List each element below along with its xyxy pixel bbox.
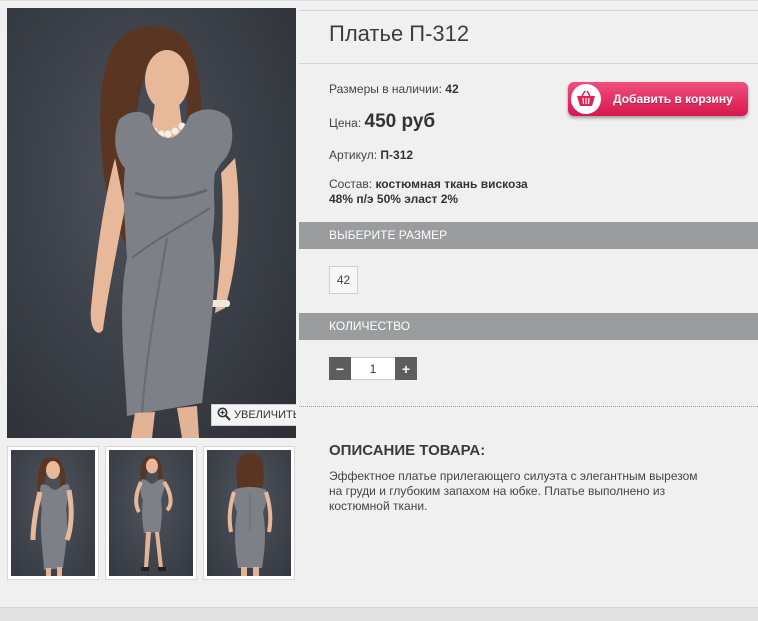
- size-option-42[interactable]: 42: [329, 266, 358, 294]
- thumbnail-2[interactable]: [105, 446, 197, 580]
- sizes-label: Размеры в наличии:: [329, 82, 442, 96]
- sku-line: Артикул: П-312: [329, 148, 413, 162]
- composition-line-2: 48% п/э 50% эласт 2%: [329, 192, 459, 206]
- dotted-divider: [299, 406, 758, 407]
- add-to-cart-button[interactable]: Добавить в корзину: [568, 82, 748, 116]
- top-border: [0, 0, 758, 1]
- size-section-header: ВЫБЕРИТЕ РАЗМЕР: [299, 222, 758, 249]
- composition: Состав: костюмная ткань вискоза 48% п/э …: [329, 177, 528, 207]
- description-text: Эффектное платье прилегающего силуэта с …: [329, 469, 698, 513]
- product-title: Платье П-312: [329, 21, 470, 46]
- thumbnail-1[interactable]: [7, 446, 99, 580]
- thumbnail-3-image: [227, 453, 273, 576]
- thumbnail-2-image: [134, 456, 173, 571]
- thumbnail-strip: [7, 446, 297, 582]
- dress-model-illustration: [90, 26, 239, 438]
- price-value: 450 руб: [364, 111, 436, 132]
- zoom-label: УВЕЛИЧИТЬ: [234, 409, 296, 421]
- price-line: Цена: 450 руб: [329, 111, 435, 133]
- add-to-cart-label: Добавить в корзину: [613, 92, 733, 106]
- title-top-divider: [299, 10, 758, 11]
- main-product-photo[interactable]: УВЕЛИЧИТЬ: [7, 8, 296, 438]
- zoom-button[interactable]: УВЕЛИЧИТЬ: [211, 404, 296, 426]
- composition-label: Состав:: [329, 177, 373, 191]
- sku-label: Артикул:: [329, 148, 378, 162]
- price-label: Цена:: [329, 116, 362, 130]
- quantity-plus-button[interactable]: +: [395, 357, 417, 380]
- quantity-input[interactable]: [351, 357, 395, 380]
- thumbnail-3[interactable]: [203, 446, 295, 580]
- composition-line-1: костюмная ткань вискоза: [375, 177, 528, 191]
- quantity-stepper: − +: [329, 357, 417, 380]
- description-heading: ОПИСАНИЕ ТОВАРА:: [329, 442, 486, 459]
- quantity-section-header: КОЛИЧЕСТВО: [299, 313, 758, 340]
- magnifier-icon: [217, 407, 231, 424]
- thumbnail-1-image: [30, 457, 74, 576]
- basket-icon: [571, 84, 601, 114]
- sizes-value: 42: [445, 82, 459, 96]
- sizes-available: Размеры в наличии: 42: [329, 82, 459, 96]
- title-bottom-divider: [299, 63, 758, 64]
- sku-value: П-312: [380, 148, 414, 162]
- quantity-minus-button[interactable]: −: [329, 357, 351, 380]
- bottom-band: [0, 607, 758, 621]
